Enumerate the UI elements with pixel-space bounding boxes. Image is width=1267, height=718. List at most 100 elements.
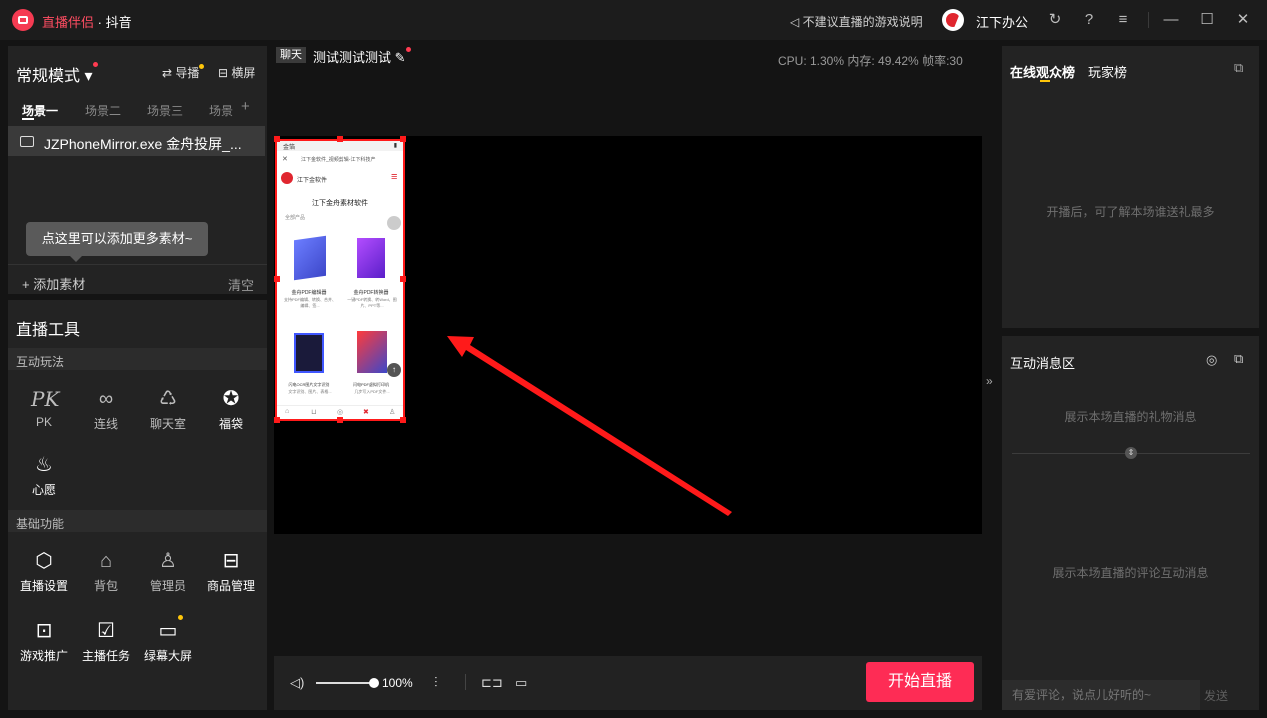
tools-title: 直播工具 bbox=[16, 322, 81, 339]
tool-shop[interactable]: ⊟ 商品管理 bbox=[206, 548, 256, 594]
start-live-button[interactable]: 开始直播 bbox=[866, 662, 974, 702]
popout-icon[interactable]: ⧉ bbox=[1234, 60, 1243, 76]
gift-hint: 展示本场直播的礼物消息 bbox=[1064, 410, 1197, 424]
tab-scene-1[interactable]: 场景一 bbox=[22, 102, 58, 119]
camera-icon[interactable]: ▭ bbox=[515, 675, 527, 691]
tool-live-settings[interactable]: ⬡ 直播设置 bbox=[19, 548, 69, 594]
mixer-icon[interactable]: ⫶ bbox=[434, 674, 438, 691]
user-avatar[interactable] bbox=[942, 9, 964, 31]
add-source-tooltip: 点这里可以添加更多素材~ bbox=[26, 222, 208, 262]
swap-icon: ⇄ bbox=[162, 66, 173, 80]
resize-handle[interactable] bbox=[337, 417, 343, 423]
tool-backpack[interactable]: ⌂ 背包 bbox=[81, 548, 131, 594]
close-icon: ✕ bbox=[282, 156, 288, 163]
add-source-button[interactable]: + 添加素材 bbox=[22, 274, 85, 293]
screen-cast-icon[interactable]: ⊏⊐ bbox=[481, 675, 503, 691]
screen-icon: ▭ bbox=[158, 620, 178, 642]
resize-handle[interactable] bbox=[337, 136, 343, 142]
battery-icon: ▮ bbox=[393, 143, 397, 149]
popout-icon[interactable]: ⧉ bbox=[1234, 351, 1243, 367]
edit-icon[interactable]: ✎ bbox=[395, 50, 406, 65]
tool-chatroom[interactable]: ♺ 聊天室 bbox=[143, 386, 193, 432]
lucky-bag-icon: ✪ bbox=[222, 388, 240, 410]
tab-scene-4[interactable]: 场景 bbox=[209, 102, 233, 119]
landscape-icon: ⊟ bbox=[218, 66, 229, 80]
username[interactable]: 江下办公 bbox=[976, 12, 1028, 31]
resize-handle[interactable] bbox=[400, 136, 406, 142]
section-interactive: 互动玩法 bbox=[16, 355, 65, 369]
divider bbox=[8, 264, 267, 265]
volume-slider-track[interactable] bbox=[316, 682, 374, 684]
tab-player-rank[interactable]: 玩家榜 bbox=[1088, 62, 1127, 81]
phone-status-bar: 金箔 ▮ bbox=[277, 141, 403, 151]
tool-link[interactable]: ∞ 连线 bbox=[81, 386, 131, 432]
admin-icon: ♙ bbox=[159, 550, 177, 572]
volume-value: 100% bbox=[382, 676, 413, 690]
app-logo-icon bbox=[12, 9, 34, 31]
tool-green-screen[interactable]: ▭ 绿幕大屏 bbox=[143, 615, 193, 664]
tool-admin[interactable]: ♙ 管理员 bbox=[143, 548, 193, 594]
titlebar-divider bbox=[1148, 12, 1149, 28]
title-bar bbox=[0, 0, 1267, 40]
tab-online-audience[interactable]: 在线观众榜 bbox=[1010, 62, 1075, 81]
volume-icon[interactable]: ◁) bbox=[290, 675, 304, 691]
add-scene-icon[interactable]: + bbox=[241, 98, 250, 115]
clear-button[interactable]: 清空 bbox=[228, 275, 254, 294]
maximize-icon[interactable]: ☐ bbox=[1196, 9, 1218, 31]
menu-icon[interactable]: ≡ bbox=[1112, 9, 1134, 31]
refresh-icon[interactable]: ↻ bbox=[1044, 9, 1066, 31]
task-icon: ☑ bbox=[97, 620, 115, 642]
phone-mirror-source[interactable]: 金箔 ▮ ✕ 江下金软件_视频剪辑-江下科技产 江下金软件 ≡ 江下金舟素材软件… bbox=[275, 139, 405, 421]
resize-handle[interactable] bbox=[274, 417, 280, 423]
link-icon: ∞ bbox=[98, 388, 114, 410]
brand-logo-icon bbox=[281, 172, 293, 184]
ranking-panel bbox=[1002, 46, 1259, 328]
chatroom-icon: ♺ bbox=[159, 388, 177, 410]
tool-lucky-bag[interactable]: ✪ 福袋 bbox=[206, 386, 256, 432]
splitter-handle-icon[interactable]: ⇕ bbox=[1125, 447, 1137, 459]
tool-tasks[interactable]: ☑ 主播任务 bbox=[81, 618, 131, 664]
game-notice-link[interactable]: ◁ 不建议直播的游戏说明 bbox=[790, 13, 923, 30]
room-title[interactable]: 测试测试测试 ✎ bbox=[313, 47, 411, 66]
profile-icon: ♙ bbox=[389, 409, 396, 416]
interact-title: 互动消息区 bbox=[1010, 356, 1076, 371]
settings-icon[interactable]: ◎ bbox=[1206, 352, 1217, 368]
send-button[interactable]: 发送 bbox=[1204, 687, 1228, 704]
tab-scene-3[interactable]: 场景三 bbox=[147, 102, 183, 119]
active-tab-indicator bbox=[22, 118, 34, 120]
resize-handle[interactable] bbox=[400, 276, 406, 282]
comment-hint: 展示本场直播的评论互动消息 bbox=[1052, 566, 1209, 580]
interaction-panel bbox=[1002, 336, 1259, 710]
resize-handle[interactable] bbox=[274, 136, 280, 142]
collapse-panel-icon[interactable]: » bbox=[986, 374, 998, 388]
performance-stats: CPU: 1.30% 内存: 49.42% 帧率:30 bbox=[778, 54, 963, 68]
new-badge bbox=[178, 615, 183, 620]
volume-slider-knob[interactable] bbox=[369, 678, 379, 688]
mode-selector[interactable]: 常规模式 ▾ bbox=[16, 62, 98, 86]
comment-input[interactable] bbox=[1002, 680, 1200, 710]
cart-icon: ⊔ bbox=[311, 409, 317, 416]
scene-tabs: 场景一 场景二 场景三 场景 + bbox=[8, 96, 267, 124]
speaker-icon: ◁ bbox=[790, 15, 800, 29]
resize-handle[interactable] bbox=[274, 276, 280, 282]
minimize-icon[interactable]: — bbox=[1160, 9, 1182, 31]
divider bbox=[465, 674, 466, 690]
audience-empty-hint: 开播后，可了解本场谁送礼最多 bbox=[1046, 205, 1215, 219]
close-icon[interactable]: ✕ bbox=[1232, 9, 1254, 31]
settings-hex-icon: ⬡ bbox=[35, 550, 53, 572]
active-tab-indicator bbox=[1040, 80, 1050, 82]
tool-wish[interactable]: ♨ 心愿 bbox=[19, 452, 69, 498]
tab-scene-2[interactable]: 场景二 bbox=[85, 102, 121, 119]
wish-lamp-icon: ♨ bbox=[35, 454, 53, 476]
hamburger-icon: ≡ bbox=[391, 171, 398, 183]
tool-game-promo[interactable]: ⊡ 游戏推广 bbox=[19, 618, 69, 664]
guide-button[interactable]: ⇄ 导播 bbox=[162, 64, 205, 81]
pk-icon: PK bbox=[31, 387, 60, 411]
source-item-label: JZPhoneMirror.exe 金舟投屏_... bbox=[44, 136, 242, 152]
landscape-button[interactable]: ⊟ 横屏 bbox=[218, 64, 255, 81]
resize-handle[interactable] bbox=[400, 417, 406, 423]
scroll-top-icon: ↑ bbox=[387, 363, 401, 377]
tool-pk[interactable]: PK PK bbox=[19, 386, 69, 429]
product-box-image bbox=[294, 333, 324, 373]
help-icon[interactable]: ? bbox=[1078, 9, 1100, 31]
